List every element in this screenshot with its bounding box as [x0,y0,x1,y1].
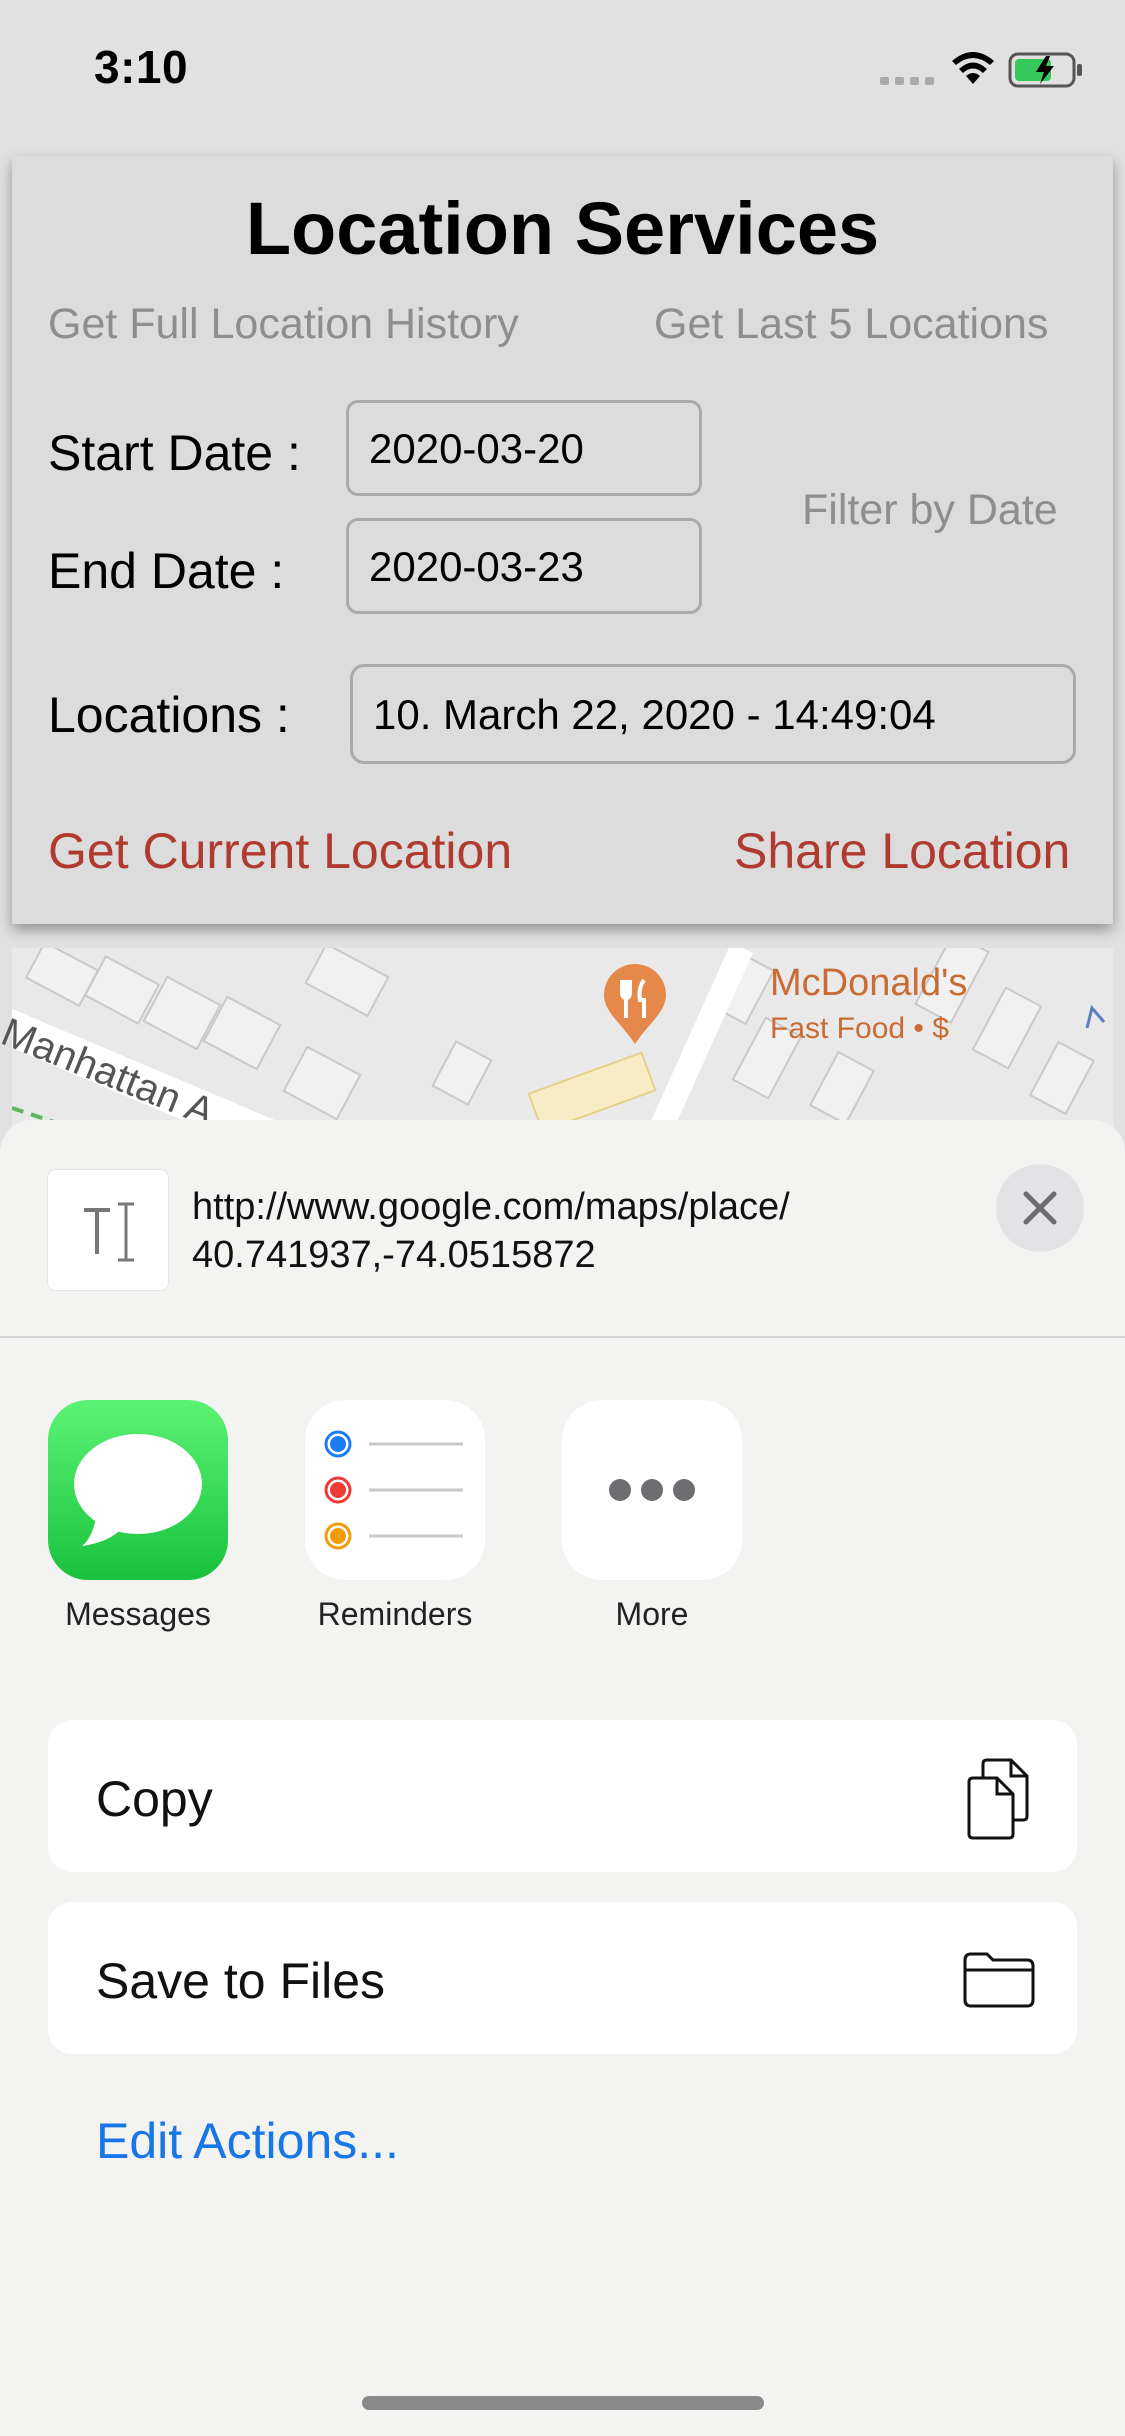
locations-picker[interactable]: 10. March 22, 2020 - 14:49:04 [350,664,1076,764]
messages-icon [74,1434,202,1546]
more-icon [609,1479,695,1501]
get-full-location-history-button[interactable]: Get Full Location History [48,300,519,349]
restaurant-pin-icon[interactable] [602,964,668,1046]
locations-label: Locations : [48,687,290,743]
shared-url-line-2: 40.741937,-74.0515872 [192,1234,596,1276]
shared-url-line-1: http://www.google.com/maps/place/ [192,1186,790,1228]
copy-action-label: Copy [96,1771,213,1827]
end-date-label: End Date : [48,543,285,599]
get-current-location-button[interactable]: Get Current Location [48,822,512,880]
start-date-field[interactable]: 2020-03-20 [346,400,702,496]
close-icon [1023,1191,1057,1225]
text-document-icon [48,1170,168,1290]
wifi-icon [952,52,994,84]
status-time: 3:10 [94,41,189,93]
home-indicator[interactable] [362,2396,764,2410]
status-bar: 3:10 [0,0,1125,132]
page-title: Location Services [245,187,880,270]
cellular-signal-icon [880,77,934,85]
reminders-icon [324,1430,463,1550]
more-apps-label: More [615,1596,689,1632]
reminders-app-button[interactable] [305,1400,485,1580]
copy-action[interactable]: Copy [48,1720,1077,1872]
reminders-app-label: Reminders [317,1596,473,1632]
more-apps-button[interactable] [562,1400,742,1580]
messages-app-button[interactable] [48,1400,228,1580]
copy-icon [967,1758,1029,1840]
start-date-label: Start Date : [48,425,301,481]
save-to-files-label: Save to Files [96,1953,386,2009]
location-services-card: Location Services Get Full Location Hist… [12,156,1113,924]
edit-actions-button[interactable]: Edit Actions... [96,2112,399,2170]
get-last-5-locations-button[interactable]: Get Last 5 Locations [654,300,1048,349]
save-to-files-action[interactable]: Save to Files [48,1902,1077,2054]
share-location-button[interactable]: Share Location [734,822,1070,880]
share-sheet-header: http://www.google.com/maps/place/ 40.741… [0,1120,1125,1338]
map-poi-name[interactable]: McDonald's [770,962,967,1005]
messages-app-label: Messages [65,1596,211,1632]
screen: 3:10 Location Services Get Full Location… [0,0,1125,2436]
close-button[interactable] [996,1164,1084,1252]
folder-icon [963,1952,1035,2008]
end-date-field[interactable]: 2020-03-23 [346,518,702,614]
map-poi-category: Fast Food • $ [770,1012,949,1045]
battery-charging-icon [1008,52,1082,88]
filter-by-date-button[interactable]: Filter by Date [802,486,1058,535]
